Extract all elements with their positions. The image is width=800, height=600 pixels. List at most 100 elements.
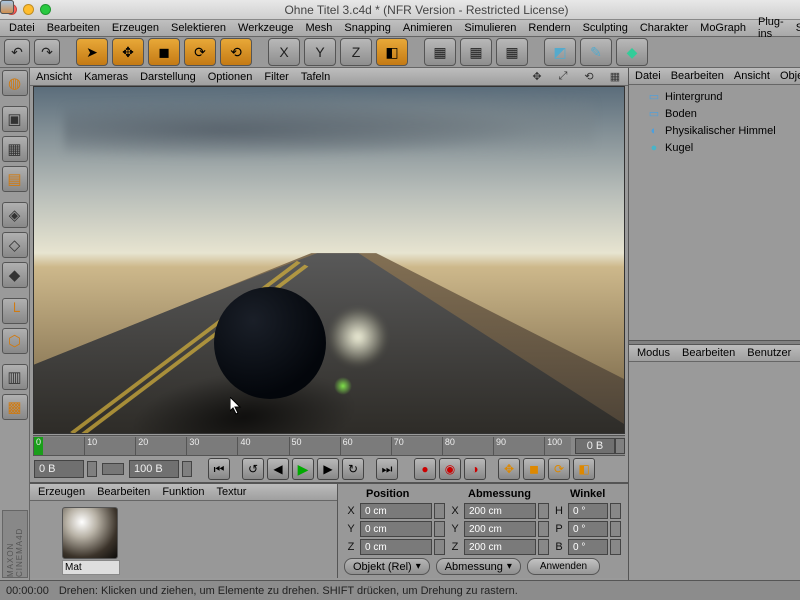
workplane-mode[interactable]: ▤ (2, 166, 28, 192)
snap-toggle[interactable]: ⬡ (2, 328, 28, 354)
last-tool[interactable]: ⟲ (220, 38, 252, 66)
objmenu-bearbeiten[interactable]: Bearbeiten (671, 70, 724, 82)
mat-menu-funktion[interactable]: Funktion (162, 486, 204, 498)
menu-selektieren[interactable]: Selektieren (166, 21, 231, 35)
mat-menu-bearbeiten[interactable]: Bearbeiten (97, 486, 150, 498)
view-menu-tafeln[interactable]: Tafeln (301, 71, 330, 83)
move-tool[interactable]: ✥ (112, 38, 144, 66)
menu-skript[interactable]: Skript (791, 21, 800, 35)
viewport-solo[interactable]: ▥ (2, 364, 28, 390)
pan-viewport-icon[interactable]: ✥ (530, 70, 544, 84)
edge-mode[interactable]: ◇ (2, 232, 28, 258)
mat-menu-erzeugen[interactable]: Erzeugen (38, 486, 85, 498)
size-z-field[interactable]: 200 cm (464, 539, 536, 555)
material-name[interactable]: Mat (62, 560, 120, 575)
rotate-tool[interactable]: ⟳ (184, 38, 216, 66)
locked-workplane[interactable]: ▩ (2, 394, 28, 420)
objmenu-objekte[interactable]: Objekte (780, 70, 800, 82)
scale-tool[interactable]: ◼ (148, 38, 180, 66)
key-scale-button[interactable]: ◼ (523, 458, 545, 480)
view-menu-kameras[interactable]: Kameras (84, 71, 128, 83)
next-key-button[interactable]: ↻ (342, 458, 364, 480)
zoom-viewport-icon[interactable]: ⤢ (556, 70, 570, 84)
viewport[interactable] (33, 86, 625, 434)
key-pos-button[interactable]: ✥ (498, 458, 520, 480)
tag-icon[interactable] (0, 0, 14, 14)
range-start-field[interactable]: 0 B (34, 460, 84, 478)
objmenu-ansicht[interactable]: Ansicht (734, 70, 770, 82)
end-stepper[interactable] (182, 461, 192, 477)
spline-pen-button[interactable]: ✎ (580, 38, 612, 66)
rotate-viewport-icon[interactable]: ⟲ (582, 70, 596, 84)
key-rot-button[interactable]: ⟳ (548, 458, 570, 480)
menu-simulieren[interactable]: Simulieren (459, 21, 521, 35)
object-name[interactable]: Boden (665, 108, 800, 120)
range-slider[interactable] (102, 463, 124, 475)
stepper[interactable] (434, 521, 445, 537)
menu-mesh[interactable]: Mesh (300, 21, 337, 35)
objmenu-datei[interactable]: Datei (635, 70, 661, 82)
next-frame-button[interactable]: ▶ (317, 458, 339, 480)
undo-button[interactable]: ↶ (4, 39, 30, 65)
prev-key-button[interactable]: ↺ (242, 458, 264, 480)
rot-b-field[interactable]: 0 ° (568, 539, 608, 555)
stepper[interactable] (538, 521, 549, 537)
menu-datei[interactable]: Datei (4, 21, 40, 35)
z-axis-lock[interactable]: Z (340, 38, 372, 66)
autokey-button[interactable]: ◉ (439, 458, 461, 480)
size-y-field[interactable]: 200 cm (464, 521, 536, 537)
menu-plug-ins[interactable]: Plug-ins (753, 15, 789, 41)
render-region-button[interactable]: ▦ (460, 38, 492, 66)
primitive-cube-button[interactable]: ◩ (544, 38, 576, 66)
stepper[interactable] (610, 503, 621, 519)
pos-z-field[interactable]: 0 cm (360, 539, 432, 555)
coord-system[interactable]: ◧ (376, 38, 408, 66)
point-mode[interactable]: ◈ (2, 202, 28, 228)
minimize-icon[interactable] (23, 4, 34, 15)
attr-menu-bearbeiten[interactable]: Bearbeiten (682, 347, 735, 359)
view-menu-filter[interactable]: Filter (264, 71, 288, 83)
axis-mode[interactable]: └ (2, 298, 28, 324)
rot-h-field[interactable]: 0 ° (568, 503, 608, 519)
rot-p-field[interactable]: 0 ° (568, 521, 608, 537)
goto-end-button[interactable]: ⏭ (376, 458, 398, 480)
frame-stepper[interactable] (615, 438, 625, 454)
stepper[interactable] (610, 521, 621, 537)
size-mode-dropdown[interactable]: Abmessung▾ (436, 558, 521, 575)
menu-mograph[interactable]: MoGraph (695, 21, 751, 35)
object-row[interactable]: ●Kugel (629, 139, 800, 156)
zoom-icon[interactable] (40, 4, 51, 15)
toggle-layout-icon[interactable]: ▦ (608, 70, 622, 84)
model-mode[interactable]: ▣ (2, 106, 28, 132)
size-x-field[interactable]: 200 cm (464, 503, 536, 519)
texture-mode[interactable]: ▦ (2, 136, 28, 162)
polygon-mode[interactable]: ◆ (2, 262, 28, 288)
render-settings-button[interactable]: ▦ (496, 38, 528, 66)
view-menu-darstellung[interactable]: Darstellung (140, 71, 196, 83)
object-name[interactable]: Kugel (665, 142, 800, 154)
object-name[interactable]: Physikalischer Himmel (665, 125, 800, 137)
view-menu-optionen[interactable]: Optionen (208, 71, 253, 83)
pos-y-field[interactable]: 0 cm (360, 521, 432, 537)
stepper[interactable] (610, 539, 621, 555)
attr-menu-modus[interactable]: Modus (637, 347, 670, 359)
range-end-field[interactable]: 100 B (129, 460, 179, 478)
x-axis-lock[interactable]: X (268, 38, 300, 66)
record-button[interactable]: ● (414, 458, 436, 480)
menu-werkzeuge[interactable]: Werkzeuge (233, 21, 298, 35)
timeline[interactable]: 0102030405060708090100 0 B (33, 435, 625, 456)
stepper[interactable] (538, 539, 549, 555)
object-row[interactable]: ▭Boden (629, 105, 800, 122)
start-stepper[interactable] (87, 461, 97, 477)
object-name[interactable]: Hintergrund (665, 91, 800, 103)
menu-rendern[interactable]: Rendern (523, 21, 575, 35)
mat-menu-textur[interactable]: Textur (217, 486, 247, 498)
sphere-object[interactable] (214, 287, 326, 399)
redo-button[interactable]: ↷ (34, 39, 60, 65)
material-preview-icon[interactable] (62, 507, 118, 559)
attr-menu-benutzer[interactable]: Benutzer (747, 347, 791, 359)
stepper[interactable] (434, 539, 445, 555)
view-menu-ansicht[interactable]: Ansicht (36, 71, 72, 83)
menu-sculpting[interactable]: Sculpting (578, 21, 633, 35)
keyframe-sel-button[interactable]: ◑ (464, 458, 486, 480)
